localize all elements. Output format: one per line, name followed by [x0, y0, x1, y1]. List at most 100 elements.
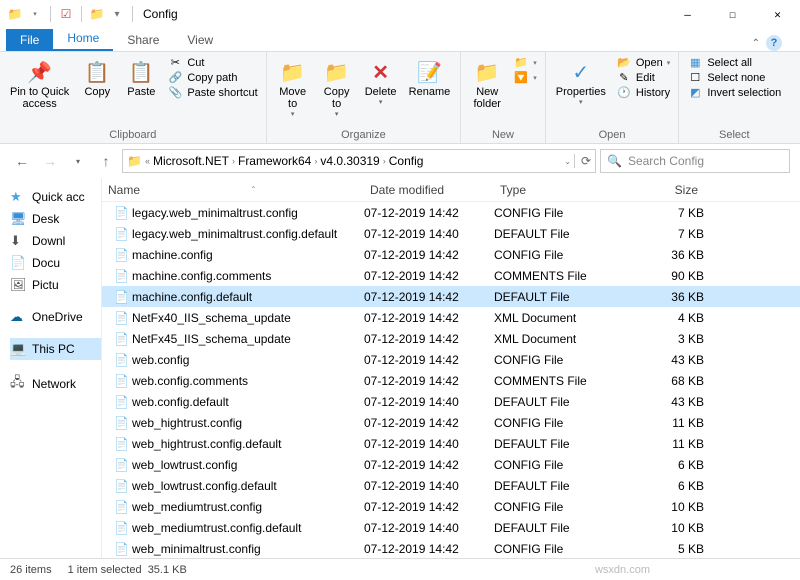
new-item-button[interactable]: 📁▾: [513, 56, 537, 69]
nav-item[interactable]: ☁OneDrive: [10, 306, 101, 328]
sort-icon: ⌃: [250, 185, 257, 194]
tab-file[interactable]: File: [6, 29, 53, 51]
file-row[interactable]: 📄machine.config.default07-12-2019 14:42D…: [102, 286, 800, 307]
file-row[interactable]: 📄web_hightrust.config.default07-12-2019 …: [102, 433, 800, 454]
watermark: wsxdn.com: [595, 564, 650, 576]
file-row[interactable]: 📄web_mediumtrust.config07-12-2019 14:42C…: [102, 496, 800, 517]
copy-icon: 📋: [85, 58, 110, 86]
file-row[interactable]: 📄web_mediumtrust.config.default07-12-201…: [102, 517, 800, 538]
file-list[interactable]: Name⌃ Date modified Type Size 📄legacy.we…: [102, 178, 800, 558]
pin-to-quick-access-button[interactable]: 📌 Pin to Quick access: [4, 54, 75, 114]
maximize-button[interactable]: ☐: [710, 0, 755, 28]
file-row[interactable]: 📄web.config.default07-12-2019 14:40DEFAU…: [102, 391, 800, 412]
qat-dropdown-icon[interactable]: ▾: [26, 10, 44, 18]
file-size: 6 KB: [624, 458, 704, 472]
nav-item[interactable]: ⬇Downl: [10, 230, 101, 252]
file-row[interactable]: 📄web_hightrust.config07-12-2019 14:42CON…: [102, 412, 800, 433]
new-folder-button[interactable]: 📁New folder: [465, 54, 509, 114]
file-row[interactable]: 📄legacy.web_minimaltrust.config.default0…: [102, 223, 800, 244]
refresh-icon[interactable]: ⟳: [574, 154, 591, 168]
invert-selection-button[interactable]: ◩Invert selection: [687, 86, 781, 99]
file-row[interactable]: 📄NetFx45_IIS_schema_update07-12-2019 14:…: [102, 328, 800, 349]
help-icon[interactable]: ?: [766, 35, 782, 51]
tab-share[interactable]: Share: [113, 29, 173, 51]
copy-path-button[interactable]: 🔗Copy path: [167, 71, 257, 84]
easy-access-button[interactable]: 🔽▾: [513, 71, 537, 84]
file-row[interactable]: 📄web.config07-12-2019 14:42CONFIG File43…: [102, 349, 800, 370]
paste-button[interactable]: 📋 Paste: [119, 54, 163, 102]
crumb[interactable]: v4.0.30319: [320, 154, 379, 168]
select-none-button[interactable]: ☐Select none: [687, 71, 781, 84]
cut-button[interactable]: ✂Cut: [167, 56, 257, 69]
checkbox-icon[interactable]: ☑: [57, 7, 75, 21]
selectall-icon: ▦: [687, 56, 703, 69]
nav-icon: 💻: [10, 341, 26, 357]
file-date: 07-12-2019 14:42: [364, 353, 494, 367]
col-date[interactable]: Date modified: [364, 183, 494, 197]
file-row[interactable]: 📄machine.config07-12-2019 14:42CONFIG Fi…: [102, 244, 800, 265]
file-row[interactable]: 📄legacy.web_minimaltrust.config07-12-201…: [102, 202, 800, 223]
tab-home[interactable]: Home: [53, 27, 113, 51]
file-row[interactable]: 📄web_minimaltrust.config07-12-2019 14:42…: [102, 538, 800, 558]
file-name: web_hightrust.config.default: [132, 437, 281, 451]
nav-item[interactable]: 🖧Network: [10, 370, 101, 398]
breadcrumb[interactable]: 📁 « Microsoft.NET› Framework64› v4.0.303…: [122, 149, 596, 173]
recent-locations-button[interactable]: ▾: [66, 149, 90, 173]
file-name: web.config: [132, 353, 189, 367]
nav-item[interactable]: 💻This PC: [10, 338, 101, 360]
file-name: web_hightrust.config: [132, 416, 242, 430]
file-icon: 📄: [114, 542, 128, 556]
file-row[interactable]: 📄machine.config.comments07-12-2019 14:42…: [102, 265, 800, 286]
copy-button[interactable]: 📋 Copy: [75, 54, 119, 102]
file-date: 07-12-2019 14:40: [364, 521, 494, 535]
qat-overflow-icon[interactable]: ▾: [108, 9, 126, 20]
chevron-down-icon[interactable]: ⌄: [564, 157, 571, 166]
back-button[interactable]: ←: [10, 149, 34, 173]
up-button[interactable]: ↑: [94, 149, 118, 173]
crumb[interactable]: Microsoft.NET: [153, 154, 229, 168]
column-headers[interactable]: Name⌃ Date modified Type Size: [102, 178, 800, 202]
file-icon: 📄: [114, 437, 128, 451]
address-bar: ← → ▾ ↑ 📁 « Microsoft.NET› Framework64› …: [0, 144, 800, 178]
file-size: 43 KB: [624, 353, 704, 367]
file-size: 68 KB: [624, 374, 704, 388]
file-row[interactable]: 📄web_lowtrust.config.default07-12-2019 1…: [102, 475, 800, 496]
file-name: web_mediumtrust.config: [132, 500, 262, 514]
search-input[interactable]: 🔍 Search Config: [600, 149, 790, 173]
history-button[interactable]: 🕐History: [616, 86, 670, 99]
crumb[interactable]: Config: [389, 154, 424, 168]
col-size[interactable]: Size: [624, 183, 704, 197]
file-date: 07-12-2019 14:40: [364, 227, 494, 241]
file-row[interactable]: 📄web_lowtrust.config07-12-2019 14:42CONF…: [102, 454, 800, 475]
file-size: 7 KB: [624, 206, 704, 220]
move-to-button[interactable]: 📁Move to▾: [271, 54, 315, 122]
edit-button[interactable]: ✎Edit: [616, 71, 670, 84]
col-type[interactable]: Type: [494, 183, 624, 197]
nav-item[interactable]: 📄Docu: [10, 252, 101, 274]
col-name[interactable]: Name⌃: [102, 183, 364, 197]
nav-item[interactable]: ★Quick acc: [10, 186, 101, 208]
open-button[interactable]: 📂Open▾: [616, 56, 670, 69]
ribbon-collapse-icon[interactable]: ⌃: [752, 38, 760, 49]
rename-button[interactable]: 📝Rename: [403, 54, 457, 102]
nav-item[interactable]: 🖼Pictu: [10, 274, 101, 296]
properties-button[interactable]: ✓Properties▾: [550, 54, 612, 110]
paste-shortcut-button[interactable]: 📎Paste shortcut: [167, 86, 257, 99]
minimize-button[interactable]: —: [665, 0, 710, 28]
nav-label: Pictu: [32, 278, 59, 292]
select-all-button[interactable]: ▦Select all: [687, 56, 781, 69]
nav-item[interactable]: 🖥Desk: [10, 208, 101, 230]
tab-view[interactable]: View: [173, 29, 227, 51]
file-row[interactable]: 📄web.config.comments07-12-2019 14:42COMM…: [102, 370, 800, 391]
delete-button[interactable]: ✕Delete▾: [359, 54, 403, 110]
forward-button[interactable]: →: [38, 149, 62, 173]
crumb[interactable]: Framework64: [238, 154, 311, 168]
file-row[interactable]: 📄NetFx40_IIS_schema_update07-12-2019 14:…: [102, 307, 800, 328]
copy-to-button[interactable]: 📁Copy to▾: [315, 54, 359, 122]
file-type: COMMENTS File: [494, 269, 624, 283]
file-date: 07-12-2019 14:42: [364, 500, 494, 514]
ribbon-tabs: File Home Share View ⌃ ?: [0, 28, 800, 52]
file-type: COMMENTS File: [494, 374, 624, 388]
file-name: web_minimaltrust.config: [132, 542, 261, 556]
close-button[interactable]: ✕: [755, 0, 800, 28]
